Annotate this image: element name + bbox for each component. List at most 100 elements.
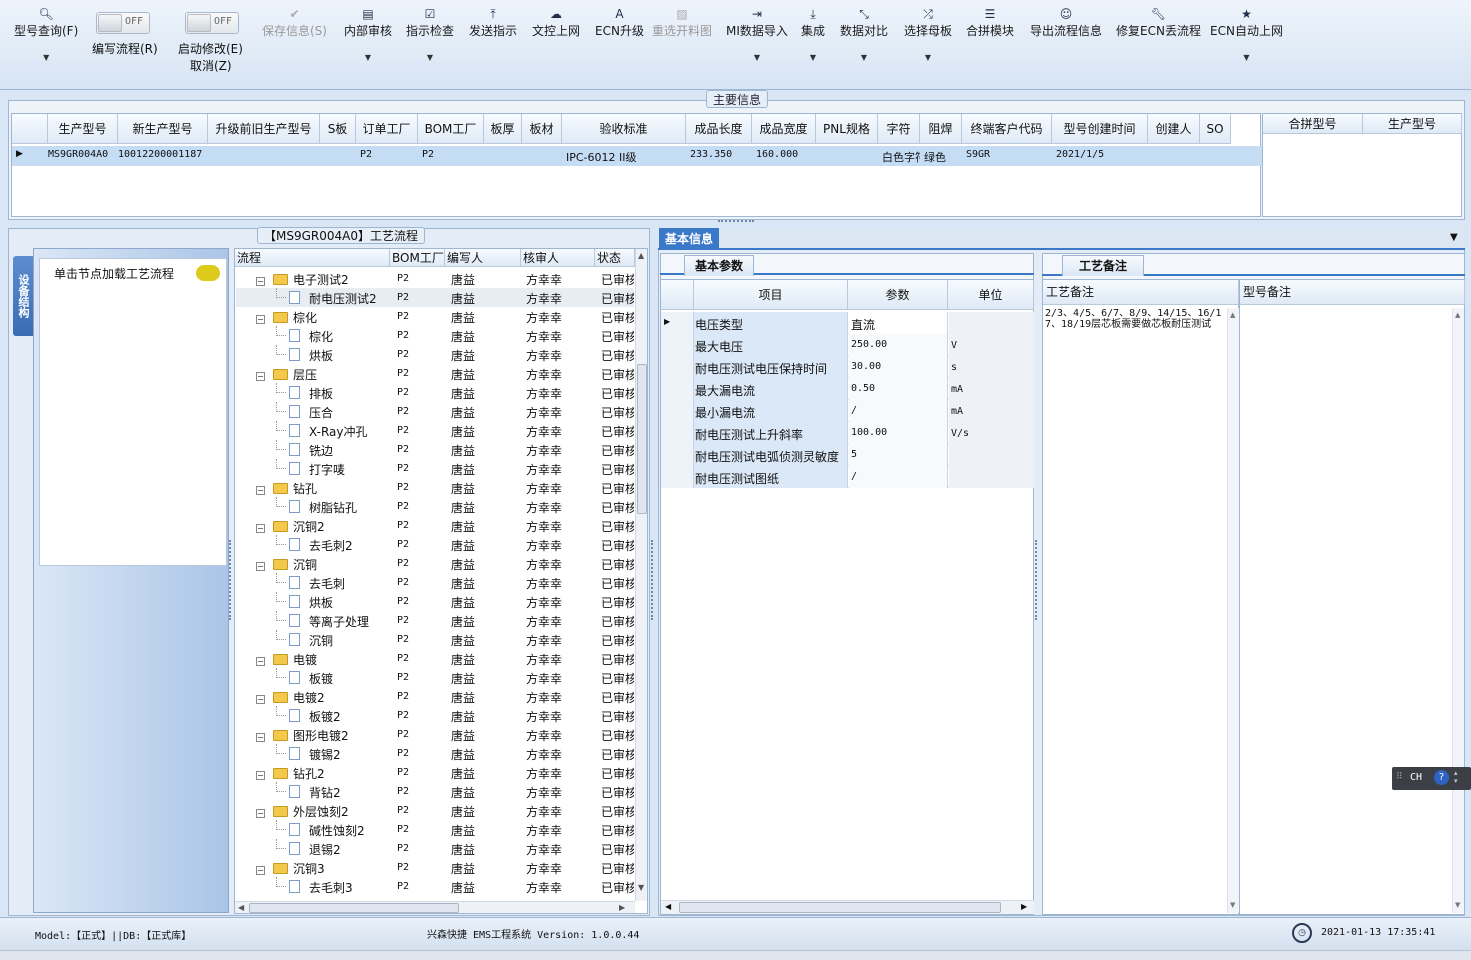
table-cell[interactable]: S9GR xyxy=(966,149,1052,160)
column-header[interactable]: PNL规格 xyxy=(816,114,878,144)
column-header[interactable]: 核审人 xyxy=(521,249,595,267)
param-value[interactable]: 30.00 xyxy=(849,356,948,378)
table-cell[interactable]: P2 xyxy=(360,149,418,160)
collapse-toggle-icon[interactable]: − xyxy=(256,729,265,743)
data-compare-button[interactable]: ⤡ 数据对比 ▼ xyxy=(840,6,888,65)
column-header-item[interactable]: 项目 xyxy=(694,280,848,310)
tree-row[interactable]: − 沉铜 P2 唐益 方幸幸 已审核 xyxy=(236,554,634,573)
collapse-toggle-icon[interactable]: − xyxy=(256,767,265,781)
chevron-down-icon[interactable]: ▼ xyxy=(840,51,888,65)
tree-row[interactable]: 耐电压测试2 P2 唐益 方幸幸 已审核 xyxy=(236,288,634,307)
column-header[interactable]: 创建人 xyxy=(1148,114,1200,144)
splitter-handle[interactable] xyxy=(651,540,656,620)
tree-row[interactable]: 去毛刺3 P2 唐益 方幸幸 已审核 xyxy=(236,877,634,896)
collapse-toggle-icon[interactable]: − xyxy=(256,482,265,496)
tree-row[interactable]: 板镀 P2 唐益 方幸幸 已审核 xyxy=(236,668,634,687)
cancel-modify-label[interactable]: 取消(Z) xyxy=(190,57,232,74)
tree-row[interactable]: 等离子处理 P2 唐益 方幸幸 已审核 xyxy=(236,611,634,630)
tree-row[interactable]: − 电子测试2 P2 唐益 方幸幸 已审核 xyxy=(236,269,634,288)
column-header[interactable]: 订单工厂 xyxy=(356,114,418,144)
param-row[interactable]: 最大电压 250.00 V xyxy=(661,334,1034,356)
save-info-button[interactable]: ✔ 保存信息(S) xyxy=(262,6,327,40)
column-header[interactable]: SO xyxy=(1200,114,1231,144)
collapse-toggle-icon[interactable]: − xyxy=(256,653,265,667)
integrate-button[interactable]: ⤓ 集成 ▼ xyxy=(801,6,825,65)
tree-row[interactable]: 沉铜 P2 唐益 方幸幸 已审核 xyxy=(236,630,634,649)
column-header-param[interactable]: 参数 xyxy=(848,280,948,310)
tree-row[interactable]: 烘板 P2 唐益 方幸幸 已审核 xyxy=(236,592,634,611)
tree-row[interactable]: − 层压 P2 唐益 方幸幸 已审核 xyxy=(236,364,634,383)
tree-row[interactable]: 退锡2 P2 唐益 方幸幸 已审核 xyxy=(236,839,634,858)
chevron-down-icon[interactable]: ▼ xyxy=(406,51,454,65)
tab-basic-info[interactable]: 基本信息 xyxy=(659,228,720,250)
send-instruction-button[interactable]: ⤒ 发送指示 xyxy=(469,6,517,40)
chevron-down-icon[interactable]: ▼ xyxy=(14,51,78,65)
tree-row[interactable]: 去毛刺 P2 唐益 方幸幸 已审核 xyxy=(236,573,634,592)
column-header[interactable]: 状态 xyxy=(595,249,635,267)
repair-ecn-flow-button[interactable]: 🔧︎ 修复ECN丢流程 xyxy=(1116,6,1201,40)
ime-toolbar[interactable]: ⠿ CH ? ▴ ▾ xyxy=(1392,767,1471,790)
column-header[interactable]: 终端客户代码 xyxy=(962,114,1052,144)
column-header[interactable]: BOM工厂 xyxy=(390,249,445,267)
table-cell[interactable]: 10012200001187 xyxy=(118,149,204,160)
column-header[interactable]: 阻焊 xyxy=(920,114,962,144)
instruction-check-button[interactable]: ☑ 指示检查 ▼ xyxy=(406,6,454,65)
param-row[interactable]: 最大漏电流 0.50 mA xyxy=(661,378,1034,400)
tree-row[interactable]: 铣边 P2 唐益 方幸幸 已审核 xyxy=(236,440,634,459)
table-cell[interactable]: MS9GR004A0 xyxy=(48,149,114,160)
tree-row[interactable]: 碱性蚀刻2 P2 唐益 方幸幸 已审核 xyxy=(236,820,634,839)
tree-row[interactable]: − 钻孔2 P2 唐益 方幸幸 已审核 xyxy=(236,763,634,782)
tree-row[interactable]: X-Ray冲孔 P2 唐益 方幸幸 已审核 xyxy=(236,421,634,440)
param-row[interactable]: 耐电压测试电压保持时间 30.00 s xyxy=(661,356,1034,378)
collapse-toggle-icon[interactable]: − xyxy=(256,368,265,382)
grip-icon[interactable]: ⠿ xyxy=(1396,772,1403,782)
model-query-button[interactable]: 🔍︎ 型号查询(F) ▼ xyxy=(14,6,78,65)
ime-language[interactable]: CH xyxy=(1410,772,1422,783)
column-header[interactable]: BOM工厂 xyxy=(418,114,484,144)
merge-module-button[interactable]: ☰ 合拼模块 xyxy=(966,6,1014,40)
tree-row[interactable]: − 电镀2 P2 唐益 方幸幸 已审核 xyxy=(236,687,634,706)
column-header[interactable]: 验收标准 xyxy=(562,114,686,144)
tree-row[interactable]: 打字唛 P2 唐益 方幸幸 已审核 xyxy=(236,459,634,478)
tree-row[interactable]: − 沉铜3 P2 唐益 方幸幸 已审核 xyxy=(236,858,634,877)
tree-row[interactable]: 棕化 P2 唐益 方幸幸 已审核 xyxy=(236,326,634,345)
splitter-handle[interactable] xyxy=(718,220,754,224)
table-cell[interactable]: 绿色 xyxy=(924,149,962,165)
param-value[interactable]: 5 xyxy=(849,444,948,466)
param-value[interactable]: 直流 xyxy=(849,312,948,334)
table-cell[interactable]: 233.350 xyxy=(690,149,752,160)
param-value[interactable]: 250.00 xyxy=(849,334,948,356)
internal-review-button[interactable]: ▤ 内部审核 ▼ xyxy=(344,6,392,65)
ecn-upgrade-button[interactable]: A ECN升级 xyxy=(595,6,644,40)
param-value[interactable]: 100.00 xyxy=(849,422,948,444)
column-header[interactable]: 流程 xyxy=(235,249,390,267)
column-header[interactable]: 板材 xyxy=(522,114,562,144)
chevron-down-icon[interactable]: ▼ xyxy=(726,51,788,65)
ime-menu-icon[interactable]: ▴ ▾ xyxy=(1454,769,1458,785)
column-header[interactable]: 型号创建时间 xyxy=(1052,114,1148,144)
tree-row[interactable]: − 电镀 P2 唐益 方幸幸 已审核 xyxy=(236,649,634,668)
scrollbar-thumb[interactable] xyxy=(637,364,647,514)
param-value[interactable]: 0.50 xyxy=(849,378,948,400)
process-notes-text[interactable]: 2/3、4/5、6/7、8/9、14/15、16/17、18/19层芯板需要做芯… xyxy=(1045,308,1225,330)
tree-row[interactable]: 背钻2 P2 唐益 方幸幸 已审核 xyxy=(236,782,634,801)
tree-row[interactable]: 排板 P2 唐益 方幸幸 已审核 xyxy=(236,383,634,402)
splitter-handle[interactable] xyxy=(1035,540,1040,620)
column-header[interactable]: 生产型号 xyxy=(48,114,118,144)
ecn-auto-online-button[interactable]: ★ ECN自动上网 ▼ xyxy=(1210,6,1283,65)
collapse-toggle-icon[interactable]: − xyxy=(256,520,265,534)
column-header[interactable]: 新生产型号 xyxy=(118,114,208,144)
param-row[interactable]: 耐电压测试图纸 / xyxy=(661,466,1034,488)
tree-row[interactable]: 压合 P2 唐益 方幸幸 已审核 xyxy=(236,402,634,421)
tree-row[interactable]: − 外层蚀刻2 P2 唐益 方幸幸 已审核 xyxy=(236,801,634,820)
collapse-toggle-icon[interactable]: − xyxy=(256,558,265,572)
collapse-toggle-icon[interactable]: − xyxy=(256,311,265,325)
scrollbar-thumb[interactable] xyxy=(249,903,459,913)
column-header[interactable]: S板 xyxy=(320,114,356,144)
table-cell[interactable]: IPC-6012 II级 xyxy=(566,149,686,165)
param-row[interactable]: 最小漏电流 / mA xyxy=(661,400,1034,422)
reselect-cutting-chart-button[interactable]: ▨ 重选开料图 xyxy=(652,6,712,40)
table-cell[interactable]: 160.000 xyxy=(756,149,816,160)
tree-row[interactable]: 去毛刺2 P2 唐益 方幸幸 已审核 xyxy=(236,535,634,554)
chevron-down-icon[interactable]: ▼ xyxy=(904,51,952,65)
